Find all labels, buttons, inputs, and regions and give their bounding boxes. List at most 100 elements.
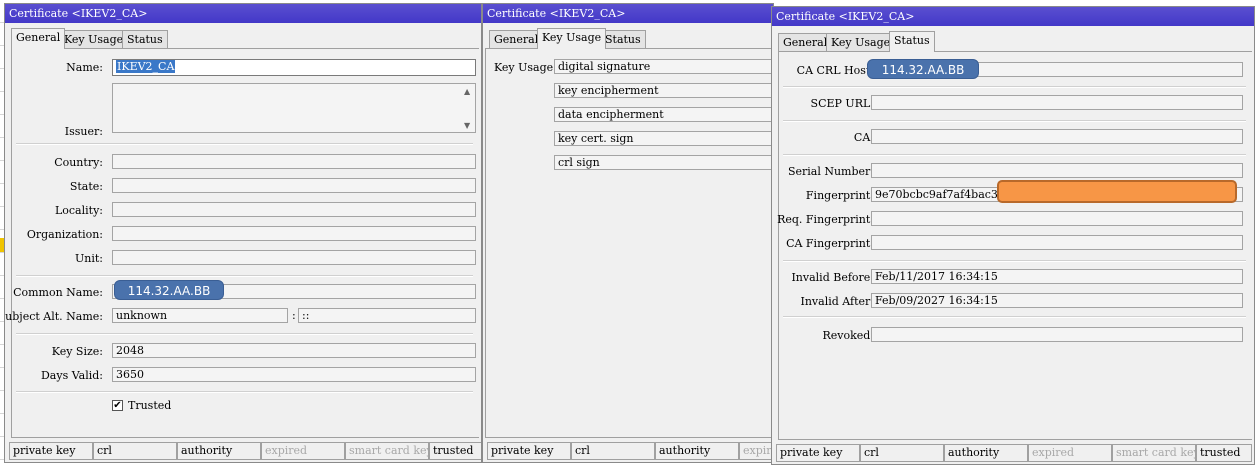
status-crl: crl [860,444,944,462]
general-panel: Name: IKEV2_CA ▲ ▼ Issuer: Country: Stat… [5,48,479,438]
scep-url-label: SCEP URL: [810,97,874,110]
serial-number-field[interactable] [871,163,1243,178]
invalid-after-label: Invalid After: [800,295,875,308]
status-smart-card-key: smart card key [1112,444,1196,462]
status-crl: crl [571,442,655,460]
ca-fingerprint-label: CA Fingerprint: [786,237,874,250]
scroll-down-icon[interactable]: ▼ [464,121,470,130]
key-usage-label: Key Usage: [494,61,557,74]
divider [783,120,1246,122]
unit-field[interactable] [112,250,476,265]
tab-general[interactable]: General [489,30,544,48]
ca-crl-host-highlight: 114.32.AA.BB [867,59,979,79]
invalid-before-field[interactable]: Feb/11/2017 16:34:15 [871,269,1243,284]
serial-number-label: Serial Number: [787,165,874,178]
trusted-checkbox[interactable]: ✔ [112,400,123,411]
country-field[interactable] [112,154,476,169]
subject-alt-name-type[interactable]: unknown [112,308,288,323]
revoked-label: Revoked: [822,329,874,342]
invalid-after-field[interactable]: Feb/09/2027 16:34:15 [871,293,1243,308]
status-panel: CA CRL Host: 114.32.AA.BB SCEP URL: CA: … [777,51,1252,440]
fingerprint-redaction [997,180,1237,203]
status-authority: authority [944,444,1028,462]
divider [783,316,1246,318]
common-name-highlight: 114.32.AA.BB [114,280,224,300]
divider [16,275,473,277]
ca-fingerprint-field[interactable] [871,235,1243,250]
tab-status[interactable]: Status [889,31,935,52]
key-size-label: Key Size: [51,345,103,358]
key-usage-item[interactable]: key cert. sign [554,131,773,146]
status-crl: crl [93,442,177,460]
fingerprint-label: Fingerprint: [805,189,874,202]
key-usage-item[interactable]: data encipherment [554,107,773,122]
window-title[interactable]: Certificate <IKEV2_CA> [5,4,481,23]
days-valid-label: Days Valid: [40,369,103,382]
locality-label: Locality: [54,204,103,217]
subject-alt-name-value[interactable]: :: [298,308,476,323]
issuer-label: Issuer: [64,125,103,138]
name-value: IKEV2_CA [116,60,176,73]
certificate-window-general: Certificate <IKEV2_CA> General Key Usage… [4,3,482,463]
subject-alt-name-label: Subject Alt. Name: [4,310,103,323]
tab-key-usage[interactable]: Key Usage [59,30,129,48]
tab-key-usage[interactable]: Key Usage [826,33,896,51]
scep-url-field[interactable] [871,95,1243,110]
invalid-before-label: Invalid Before: [791,271,874,284]
tab-general[interactable]: General [11,28,66,49]
divider [16,391,473,393]
issuer-textarea[interactable] [112,83,476,133]
tab-status[interactable]: Status [600,30,646,48]
status-expired: expired [261,442,345,460]
status-private-key: private key [9,442,93,460]
tab-key-usage[interactable]: Key Usage [537,28,607,49]
certificate-window-status: Certificate <IKEV2_CA> General Key Usage… [771,6,1255,465]
unit-label: Unit: [75,252,103,265]
status-bar: private key crl authority expired smart … [9,442,481,460]
revoked-field[interactable] [871,327,1243,342]
divider [783,260,1246,262]
status-trusted: trusted [429,442,481,460]
trusted-label: Trusted [128,399,172,412]
status-private-key: private key [776,444,860,462]
certificate-window-key-usage: Certificate <IKEV2_CA> General Key Usage… [482,3,774,463]
window-title[interactable]: Certificate <IKEV2_CA> [772,7,1254,26]
req-fingerprint-field[interactable] [871,211,1243,226]
status-authority: authority [655,442,739,460]
status-authority: authority [177,442,261,460]
tab-general[interactable]: General [778,33,833,51]
status-bar: private key crl authority expired [487,442,773,460]
divider [16,333,473,335]
status-expired: expired [1028,444,1112,462]
key-usage-item[interactable]: key encipherment [554,83,773,98]
scroll-up-icon[interactable]: ▲ [464,87,470,96]
country-label: Country: [54,156,103,169]
san-separator: : [292,309,296,322]
organization-field[interactable] [112,226,476,241]
key-usage-panel: Key Usage: digital signature key enciphe… [485,48,773,438]
name-label: Name: [66,61,103,74]
status-private-key: private key [487,442,571,460]
key-size-field[interactable]: 2048 [112,343,476,358]
state-field[interactable] [112,178,476,193]
window-title[interactable]: Certificate <IKEV2_CA> [483,4,773,23]
divider [16,143,473,145]
status-smart-card-key: smart card key [345,442,429,460]
common-name-label: Common Name: [13,286,103,299]
tab-status[interactable]: Status [122,30,168,48]
days-valid-field[interactable]: 3650 [112,367,476,382]
status-trusted: trusted [1196,444,1252,462]
ca-crl-host-label: CA CRL Host: [796,64,874,77]
divider [783,86,1246,88]
req-fingerprint-label: Req. Fingerprint: [777,213,874,226]
status-expired: expired [739,442,773,460]
divider [783,154,1246,156]
name-input[interactable]: IKEV2_CA [112,59,476,76]
state-label: State: [69,180,103,193]
organization-label: Organization: [26,228,103,241]
key-usage-item[interactable]: digital signature [554,59,773,74]
key-usage-item[interactable]: crl sign [554,155,773,170]
ca-field[interactable] [871,129,1243,144]
locality-field[interactable] [112,202,476,217]
status-bar: private key crl authority expired smart … [776,444,1254,462]
